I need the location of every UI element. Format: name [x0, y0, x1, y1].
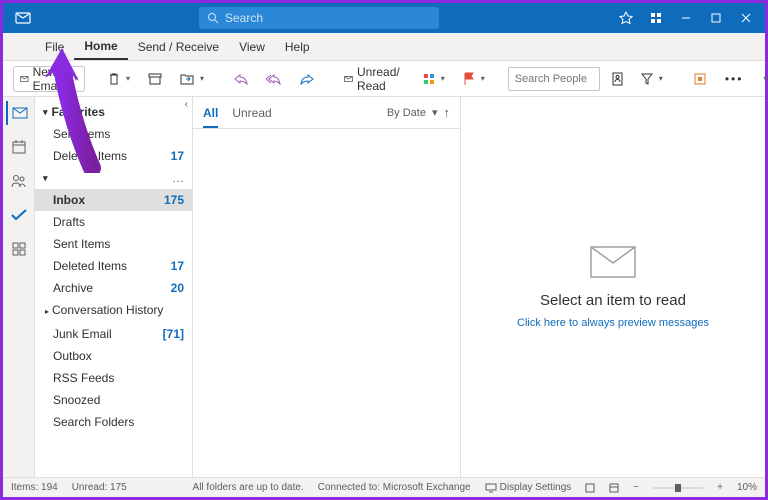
forward-icon — [300, 73, 314, 85]
zoom-slider[interactable] — [653, 484, 703, 492]
status-sync: All folders are up to date. — [193, 482, 304, 493]
archive-button[interactable] — [141, 66, 169, 92]
tab-help[interactable]: Help — [275, 33, 320, 60]
account-header[interactable]: ▾… — [35, 167, 192, 189]
addins-button[interactable] — [686, 66, 714, 92]
folder-deleted-items-fav[interactable]: Deleted Items17 — [35, 145, 192, 167]
categorize-button[interactable]: ▾ — [416, 66, 452, 92]
close-button[interactable] — [731, 3, 761, 33]
address-book-button[interactable] — [604, 66, 630, 92]
navigation-rail — [3, 97, 35, 477]
flag-icon — [463, 72, 475, 86]
delete-button[interactable]: ▾ — [101, 66, 137, 92]
zoom-out-button[interactable]: − — [633, 482, 639, 493]
folder-drafts[interactable]: Drafts — [35, 211, 192, 233]
categories-icon — [423, 73, 435, 85]
forward-button[interactable] — [293, 66, 321, 92]
folder-sent-items-fav[interactable]: Sent Items — [35, 123, 192, 145]
ellipsis-icon: ••• — [725, 72, 744, 86]
new-email-label: New Email — [33, 65, 68, 93]
calendar-icon — [12, 140, 26, 154]
new-email-button[interactable]: New Email ▾ — [13, 66, 85, 92]
apps-icon — [12, 242, 26, 256]
ribbon-expand-button[interactable]: ▾ — [754, 66, 768, 92]
mail-icon — [12, 106, 28, 120]
envelope-icon — [344, 73, 353, 85]
grid-icon[interactable] — [641, 3, 671, 33]
search-icon — [207, 12, 219, 24]
address-book-icon — [611, 72, 623, 86]
status-unread: Unread: 175 — [72, 482, 127, 493]
filter-icon — [641, 73, 653, 85]
reply-button[interactable] — [227, 66, 255, 92]
trash-icon — [108, 72, 120, 86]
menu-bar: File Home Send / Receive View Help — [3, 33, 765, 61]
favorites-header[interactable]: ▾Favorites — [35, 101, 192, 123]
folder-conversation-history[interactable]: ▸Conversation History — [35, 299, 192, 323]
title-bar: Search — [3, 3, 765, 33]
folder-archive[interactable]: Archive20 — [35, 277, 192, 299]
status-connection: Connected to: Microsoft Exchange — [318, 482, 471, 493]
reply-icon — [234, 73, 248, 85]
folder-pane: ‹ ▾Favorites Sent Items Deleted Items17 … — [35, 97, 193, 477]
tab-all[interactable]: All — [203, 106, 218, 128]
global-search[interactable]: Search — [199, 7, 439, 29]
rail-calendar[interactable] — [7, 135, 31, 159]
sort-control[interactable]: By Date▾↑ — [387, 105, 450, 120]
search-people-input[interactable] — [508, 67, 600, 91]
zoom-in-button[interactable]: + — [717, 482, 723, 493]
rail-mail[interactable] — [6, 101, 30, 125]
reading-pane-title: Select an item to read — [540, 292, 686, 309]
unread-read-label: Unread/ Read — [357, 65, 405, 93]
folder-rss-feeds[interactable]: RSS Feeds — [35, 367, 192, 389]
folder-inbox[interactable]: Inbox175 — [35, 189, 192, 211]
folder-outbox[interactable]: Outbox — [35, 345, 192, 367]
tab-file[interactable]: File — [35, 33, 74, 60]
reading-pane: Select an item to read Click here to alw… — [461, 97, 765, 477]
monitor-icon — [485, 483, 497, 493]
zoom-level: 10% — [737, 482, 757, 493]
check-icon — [11, 209, 27, 221]
folder-search-folders[interactable]: Search Folders — [35, 411, 192, 433]
mail-icon — [20, 72, 29, 86]
folder-sent-items[interactable]: Sent Items — [35, 233, 192, 255]
tab-send-receive[interactable]: Send / Receive — [128, 33, 229, 60]
archive-icon — [148, 73, 162, 85]
move-button[interactable]: ▾ — [173, 66, 211, 92]
folder-snoozed[interactable]: Snoozed — [35, 389, 192, 411]
view-normal-button[interactable] — [585, 483, 595, 493]
flag-button[interactable]: ▾ — [456, 66, 492, 92]
tab-home[interactable]: Home — [74, 33, 127, 60]
maximize-button[interactable] — [701, 3, 731, 33]
minimize-button[interactable] — [671, 3, 701, 33]
tab-unread[interactable]: Unread — [232, 106, 271, 120]
rail-people[interactable] — [7, 169, 31, 193]
preview-messages-link[interactable]: Click here to always preview messages — [517, 317, 709, 329]
message-list-tabs: All Unread By Date▾↑ — [193, 97, 460, 129]
rail-more[interactable] — [7, 237, 31, 261]
ribbon-toolbar: New Email ▾ ▾ ▾ Unread/ Read ▾ ▾ ▾ ••• ▾ — [3, 61, 765, 97]
tab-view[interactable]: View — [229, 33, 275, 60]
reply-all-icon — [266, 73, 282, 85]
message-list-pane: All Unread By Date▾↑ — [193, 97, 461, 477]
status-bar: Items: 194 Unread: 175 All folders are u… — [3, 477, 765, 497]
addin-icon — [693, 72, 707, 86]
display-settings-button[interactable]: Display Settings — [485, 482, 572, 493]
folder-deleted-items[interactable]: Deleted Items17 — [35, 255, 192, 277]
view-reading-button[interactable] — [609, 483, 619, 493]
unread-read-button[interactable]: Unread/ Read — [337, 66, 412, 92]
people-icon — [11, 174, 27, 188]
more-button[interactable]: ••• — [718, 66, 751, 92]
premium-icon[interactable] — [611, 3, 641, 33]
reply-all-button[interactable] — [259, 66, 289, 92]
status-items: Items: 194 — [11, 482, 58, 493]
search-placeholder: Search — [225, 11, 263, 25]
envelope-icon — [590, 246, 636, 278]
collapse-folder-pane[interactable]: ‹ — [185, 99, 188, 110]
folder-move-icon — [180, 73, 194, 85]
folder-junk-email[interactable]: Junk Email71 — [35, 323, 192, 345]
outlook-app-icon — [13, 8, 33, 28]
filter-button[interactable]: ▾ — [634, 66, 670, 92]
rail-todo[interactable] — [7, 203, 31, 227]
